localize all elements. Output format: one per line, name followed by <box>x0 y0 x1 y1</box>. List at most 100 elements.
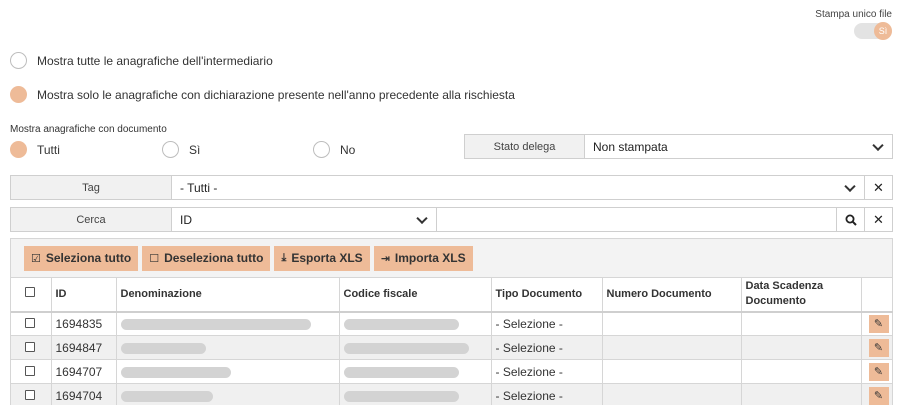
edit-icon[interactable]: ✎ <box>868 386 889 405</box>
radio-label: Mostra solo le anagrafiche con dichiaraz… <box>37 87 515 102</box>
search-field-select[interactable]: ID <box>172 208 437 231</box>
row-numero-documento[interactable] <box>602 383 742 405</box>
row-denominazione <box>116 311 340 336</box>
select-all-button[interactable]: ☑ Seleziona tutto <box>24 245 139 271</box>
row-id: 1694835 <box>51 311 117 336</box>
stampa-unico-file-label: Stampa unico file <box>815 9 892 20</box>
radio-circle[interactable] <box>10 141 27 158</box>
tag-select[interactable]: - Tutti - <box>172 176 864 199</box>
close-icon: ✕ <box>873 211 884 227</box>
radio-anagrafiche-dichiarazione[interactable]: Mostra solo le anagrafiche con dichiaraz… <box>10 86 515 103</box>
row-denominazione <box>116 335 340 360</box>
tag-clear-button[interactable]: ✕ <box>864 176 892 199</box>
radio-all-anagrafiche[interactable]: Mostra tutte le anagrafiche dell'interme… <box>10 52 273 69</box>
sign-in-icon: ⇥ <box>380 252 390 265</box>
row-checkbox[interactable] <box>25 317 35 328</box>
redacted-text <box>120 391 213 403</box>
header-id[interactable]: ID <box>51 277 117 313</box>
row-numero-documento[interactable] <box>602 359 742 384</box>
redacted-text <box>343 366 459 378</box>
radio-circle[interactable] <box>162 141 179 158</box>
toggle-knob: Sì <box>874 22 892 40</box>
search-clear-button[interactable]: ✕ <box>864 208 892 231</box>
redacted-text <box>120 342 206 354</box>
radio-circle[interactable] <box>10 86 27 103</box>
edit-icon[interactable]: ✎ <box>868 338 889 357</box>
table-toolbar: ☑ Seleziona tutto ☐ Deseleziona tutto ⤓ … <box>11 239 892 277</box>
row-checkbox[interactable] <box>25 365 35 376</box>
header-numero-documento[interactable]: Numero Documento <box>602 277 742 313</box>
radio-circle[interactable] <box>313 141 330 158</box>
row-checkbox[interactable] <box>25 341 35 352</box>
header-checkbox-cell <box>11 277 52 313</box>
header-codice-fiscale[interactable]: Codice fiscale <box>339 277 492 313</box>
edit-icon[interactable]: ✎ <box>868 362 889 381</box>
radio-circle[interactable] <box>10 52 27 69</box>
row-codice-fiscale <box>339 383 492 405</box>
table-row: 1694707 - Selezione - ✎ <box>11 359 893 384</box>
tag-value: - Tutti - <box>180 180 218 195</box>
stato-delega-filter: Stato delega Non stampata <box>464 134 893 159</box>
row-data-scadenza[interactable] <box>741 383 862 405</box>
import-xls-button[interactable]: ⇥ Importa XLS <box>373 245 473 271</box>
export-xls-button[interactable]: ⤓ Esporta XLS <box>274 245 370 271</box>
stampa-unico-file-toggle[interactable]: Sì <box>854 22 892 40</box>
row-id: 1694707 <box>51 359 117 384</box>
table-row: 1694835 - Selezione - ✎ <box>11 311 893 336</box>
chevron-down-icon <box>416 212 428 224</box>
row-tipo-documento[interactable]: - Selezione - <box>491 383 603 405</box>
deselect-all-label: Deseleziona tutto <box>164 251 264 265</box>
row-numero-documento[interactable] <box>602 311 742 336</box>
header-data-scadenza[interactable]: Data Scadenza Documento <box>741 277 862 313</box>
row-data-scadenza[interactable] <box>741 335 862 360</box>
row-numero-documento[interactable] <box>602 335 742 360</box>
redacted-text <box>343 391 459 403</box>
radio-documento-tutti[interactable]: Tutti <box>10 141 60 158</box>
radio-documento-si[interactable]: Sì <box>162 141 200 158</box>
anagrafiche-table-panel: ☑ Seleziona tutto ☐ Deseleziona tutto ⤓ … <box>10 238 893 405</box>
stato-delega-value: Non stampata <box>593 139 668 154</box>
row-codice-fiscale <box>339 359 492 384</box>
row-data-scadenza[interactable] <box>741 311 862 336</box>
stato-delega-select[interactable]: Non stampata <box>585 135 892 158</box>
row-data-scadenza[interactable] <box>741 359 862 384</box>
tag-filter: Tag - Tutti - ✕ <box>10 175 893 200</box>
radio-documento-no[interactable]: No <box>313 141 355 158</box>
radio-label: Sì <box>189 142 201 157</box>
radio-label: Mostra tutte le anagrafiche dell'interme… <box>37 53 273 68</box>
check-square-icon: ☑ <box>31 252 41 265</box>
search-button[interactable] <box>836 208 864 231</box>
redacted-text <box>120 366 231 378</box>
row-checkbox[interactable] <box>25 389 35 400</box>
import-xls-label: Importa XLS <box>394 251 466 265</box>
edit-icon[interactable]: ✎ <box>868 314 889 333</box>
radio-label: Tutti <box>37 142 60 157</box>
search-input[interactable] <box>437 208 836 231</box>
table-row: 1694704 - Selezione - ✎ <box>11 383 893 405</box>
select-all-checkbox[interactable] <box>25 286 35 297</box>
table-row: 1694847 - Selezione - ✎ <box>11 335 893 360</box>
row-tipo-documento[interactable]: - Selezione - <box>491 359 603 384</box>
deselect-all-button[interactable]: ☐ Deseleziona tutto <box>142 245 271 271</box>
row-tipo-documento[interactable]: - Selezione - <box>491 311 603 336</box>
redacted-text <box>343 319 459 331</box>
header-actions <box>861 277 893 313</box>
row-tipo-documento[interactable]: - Selezione - <box>491 335 603 360</box>
stato-delega-label: Stato delega <box>465 135 585 158</box>
download-icon: ⤓ <box>281 251 287 264</box>
square-icon: ☐ <box>149 252 160 265</box>
search-field-value: ID <box>180 212 192 227</box>
header-denominazione[interactable]: Denominazione <box>116 277 340 313</box>
redacted-text <box>343 342 469 354</box>
row-denominazione <box>116 359 340 384</box>
search-icon <box>845 214 857 226</box>
chevron-down-icon <box>872 139 884 151</box>
redacted-text <box>120 319 311 331</box>
anagrafiche-table: ID Denominazione Codice fiscale Tipo Doc… <box>11 277 893 405</box>
row-codice-fiscale <box>339 335 492 360</box>
stampa-unico-file: Stampa unico file Sì <box>815 9 892 42</box>
header-tipo-documento[interactable]: Tipo Documento <box>491 277 603 313</box>
radio-label: No <box>340 142 356 157</box>
chevron-down-icon <box>844 180 856 192</box>
row-codice-fiscale <box>339 311 492 336</box>
